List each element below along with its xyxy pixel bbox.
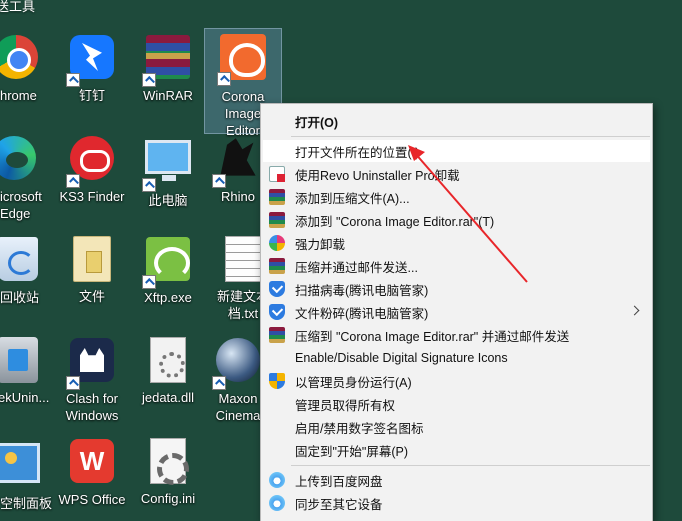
desktop-icon-wps-office[interactable]: W WPS Office xyxy=(50,437,134,508)
wps-office-icon: W xyxy=(70,439,114,483)
uninstall-flower-icon xyxy=(269,235,285,251)
shortcut-arrow-icon xyxy=(142,275,156,289)
shortcut-arrow-icon xyxy=(66,376,80,390)
desktop-icon-config-ini[interactable]: Config.ini xyxy=(126,437,210,507)
folder-file-icon xyxy=(73,236,111,282)
menu-item-revo-uninstall[interactable]: 使用Revo Uninstaller Pro卸载 xyxy=(263,163,650,185)
baidu-netdisk-icon xyxy=(269,472,285,488)
menu-item-digital-signature-icons-cn[interactable]: 启用/禁用数字签名图标 xyxy=(263,416,650,438)
menu-item-add-to-archive[interactable]: 添加到压缩文件(A)... xyxy=(263,186,650,208)
this-pc-icon xyxy=(145,140,191,181)
shortcut-arrow-icon xyxy=(217,72,231,86)
menu-item-upload-baidu[interactable]: 上传到百度网盘 xyxy=(263,469,650,491)
context-menu: 打开(O) 打开文件所在的位置(I) 使用Revo Uninstaller Pr… xyxy=(260,103,653,521)
recycle-bin-icon xyxy=(0,237,38,281)
shortcut-arrow-icon xyxy=(212,174,226,188)
winrar-icon xyxy=(269,189,285,205)
menu-item-scan-virus[interactable]: 扫描病毒(腾讯电脑管家) xyxy=(263,278,650,300)
menu-item-take-ownership[interactable]: 管理员取得所有权 xyxy=(263,393,650,415)
desktop-icon-edge[interactable]: icrosoft Edge xyxy=(0,134,56,222)
menu-item-pin-to-start[interactable]: 固定到"开始"屏幕(P) xyxy=(263,439,650,461)
menu-item-run-as-admin[interactable]: 以管理员身份运行(A) xyxy=(263,370,650,392)
menu-item-file-shredder[interactable]: 文件粉碎(腾讯电脑管家) xyxy=(263,301,650,323)
dll-file-icon xyxy=(150,337,186,383)
chrome-icon xyxy=(0,35,38,79)
menu-item-open-file-location[interactable]: 打开文件所在的位置(I) xyxy=(263,140,650,162)
config-ini-icon xyxy=(150,438,189,485)
menu-item-open[interactable]: 打开(O) xyxy=(263,110,650,132)
shortcut-arrow-icon xyxy=(66,174,80,188)
winrar-icon xyxy=(269,258,285,274)
geek-uninstaller-icon xyxy=(0,337,38,383)
winrar-icon xyxy=(269,212,285,228)
shortcut-arrow-icon xyxy=(66,73,80,87)
menu-item-compress-rar-and-email[interactable]: 压缩到 "Corona Image Editor.rar" 并通过邮件发送 xyxy=(263,324,650,346)
uac-shield-icon xyxy=(269,373,285,389)
desktop-icon-ks3-finder[interactable]: KS3 Finder xyxy=(50,134,134,205)
control-panel-icon xyxy=(0,443,40,483)
desktop-icon-winrar[interactable]: WinRAR xyxy=(126,33,210,104)
shortcut-arrow-icon xyxy=(142,73,156,87)
menu-separator xyxy=(291,136,650,137)
desktop: 送工具 hrome icrosoft Edge 回收站 ekUnin... 空制… xyxy=(0,0,682,521)
edge-icon xyxy=(0,136,36,180)
tencent-pc-manager-icon xyxy=(269,304,285,320)
text-file-icon xyxy=(225,236,261,282)
menu-item-compress-and-email[interactable]: 压缩并通过邮件发送... xyxy=(263,255,650,277)
menu-item-sync-devices[interactable]: 同步至其它设备 xyxy=(263,492,650,514)
menu-item-add-to-rar[interactable]: 添加到 "Corona Image Editor.rar"(T) xyxy=(263,209,650,231)
menu-separator xyxy=(291,465,650,466)
desktop-icon-label-top: 送工具 xyxy=(0,0,36,14)
baidu-netdisk-icon xyxy=(269,495,285,511)
desktop-icon-xftp[interactable]: Xftp.exe xyxy=(126,235,210,306)
desktop-icon-folder-file[interactable]: 文件 xyxy=(50,235,134,305)
shortcut-arrow-icon xyxy=(212,376,226,390)
tencent-pc-manager-icon xyxy=(269,281,285,297)
submenu-arrow-icon xyxy=(629,305,640,316)
desktop-icon-dingtalk[interactable]: 钉钉 xyxy=(50,33,134,104)
menu-item-force-uninstall[interactable]: 强力卸载 xyxy=(263,232,650,254)
winrar-icon xyxy=(269,327,285,343)
revo-uninstaller-icon xyxy=(269,166,285,182)
menu-item-digital-signature-icons-en[interactable]: Enable/Disable Digital Signature Icons xyxy=(263,347,650,369)
desktop-icon-clash-for-windows[interactable]: Clash for Windows xyxy=(50,336,134,424)
shortcut-arrow-icon xyxy=(142,178,156,192)
